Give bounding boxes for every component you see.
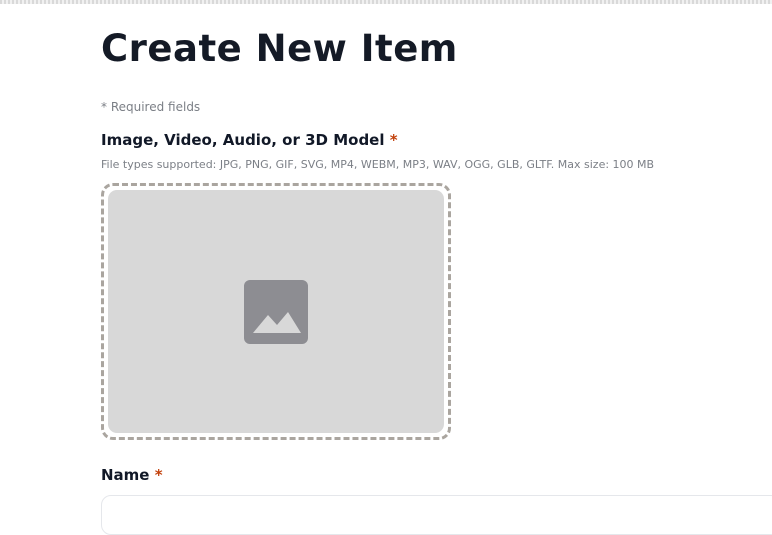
file-types-hint: File types supported: JPG, PNG, GIF, SVG… <box>101 158 655 171</box>
required-asterisk: * <box>154 466 163 484</box>
name-field-label: Name * <box>101 466 163 484</box>
media-field-label: Image, Video, Audio, or 3D Model * <box>101 131 398 149</box>
image-placeholder-icon <box>244 280 308 344</box>
page-title: Create New Item <box>101 27 458 70</box>
required-fields-note: * Required fields <box>101 100 201 114</box>
name-field-label-text: Name <box>101 466 150 484</box>
required-asterisk: * <box>389 131 398 149</box>
create-item-form: Create New Item * Required fields Image,… <box>101 0 772 535</box>
media-upload-dropzone[interactable] <box>101 183 451 440</box>
media-preview-area[interactable] <box>108 190 444 433</box>
media-field-label-text: Image, Video, Audio, or 3D Model <box>101 131 385 149</box>
name-input[interactable] <box>101 495 772 535</box>
